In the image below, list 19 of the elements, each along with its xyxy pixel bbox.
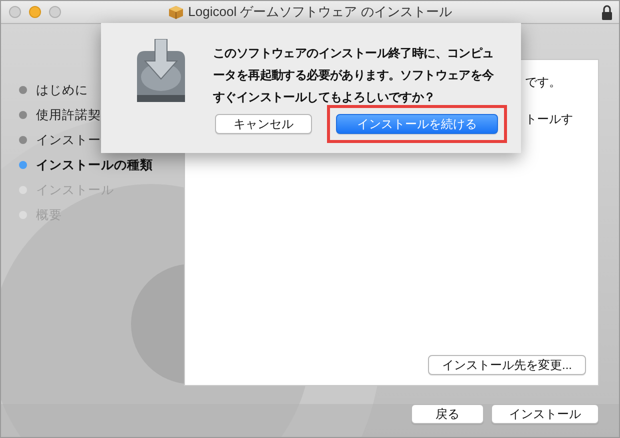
dialog-message-line: このソフトウェアのインストール終了時に、コンピュ [213,45,494,62]
cancel-button[interactable]: キャンセル [215,114,312,134]
step-label: はじめに [36,82,88,98]
back-button[interactable]: 戻る [411,404,484,424]
close-button[interactable] [9,6,21,18]
change-location-button[interactable]: インストール先を変更... [428,355,586,375]
dialog-message-line: すぐインストールしてもよろしいですか？ [213,89,436,106]
dialog-message-line: ータを再起動する必要があります。ソフトウェアを今 [213,67,494,84]
package-icon [168,5,184,19]
panel-text: です。 [525,74,562,91]
step-label: インストールの種類 [36,156,153,174]
step-label: インストー [36,132,101,148]
panel-text: トールす [525,111,574,128]
zoom-button[interactable] [49,6,61,18]
lock-icon[interactable] [601,5,613,20]
minimize-button[interactable] [29,6,41,18]
step-label: 使用許諾契 [36,106,101,124]
window-title: Logicool ゲームソフトウェア のインストール [188,3,452,21]
install-button[interactable]: インストール [491,404,599,424]
